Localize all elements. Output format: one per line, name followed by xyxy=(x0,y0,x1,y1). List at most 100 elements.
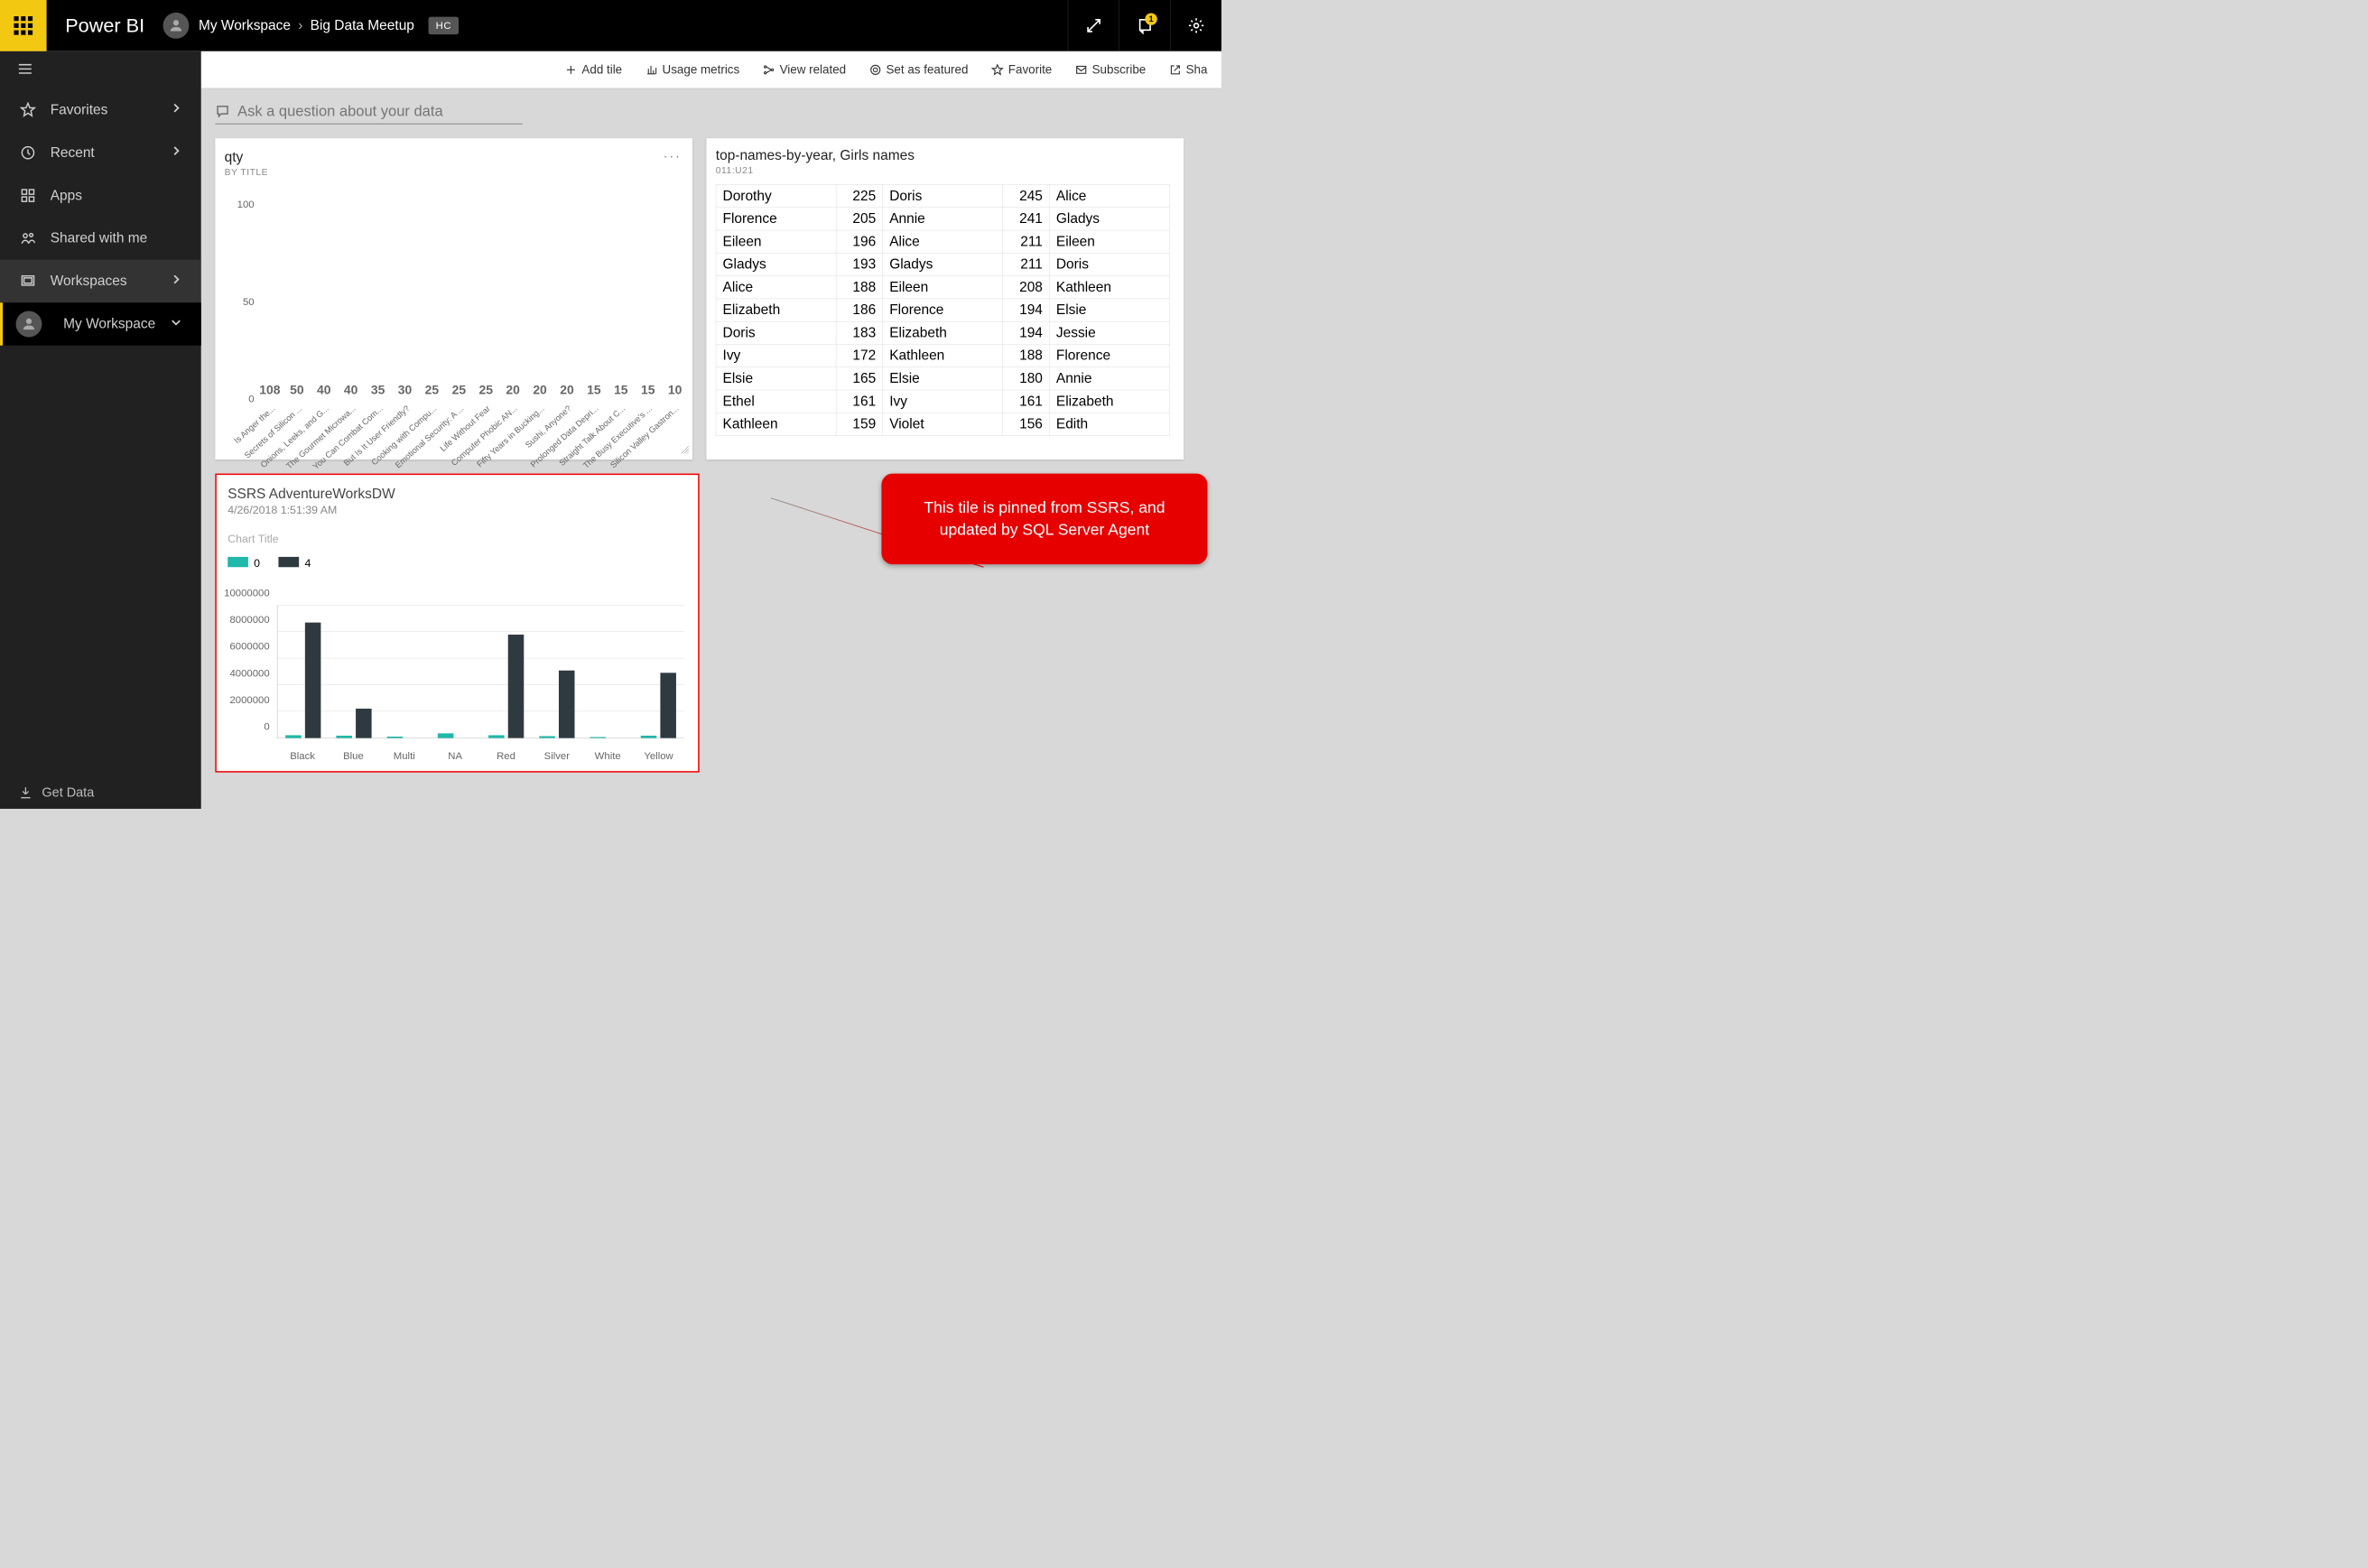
add-tile-button[interactable]: Add tile xyxy=(565,62,622,77)
workspaces-icon xyxy=(19,274,38,290)
tile-title: SSRS AdventureWorksDW xyxy=(228,486,687,502)
app-launcher-button[interactable] xyxy=(0,0,47,51)
get-data-label: Get Data xyxy=(42,785,94,801)
top-actions: 1 xyxy=(1068,0,1221,51)
qty-bar[interactable]: 10 xyxy=(662,383,687,399)
tile-subtitle: BY TITLE xyxy=(225,167,683,178)
ssrs-bar-group[interactable] xyxy=(329,606,379,738)
sidebar-item-apps[interactable]: Apps xyxy=(0,174,201,217)
qty-x-axis: Is Anger the...Secrets of Silicon ...Oni… xyxy=(257,399,688,459)
user-avatar-icon[interactable] xyxy=(163,13,190,39)
resize-handle[interactable] xyxy=(680,444,689,456)
ssrs-bar-group[interactable] xyxy=(379,606,430,738)
ssrs-x-axis: BlackBlueMultiNARedSilverWhiteYellow xyxy=(277,749,684,761)
ssrs-chart xyxy=(277,606,684,739)
qna-input[interactable] xyxy=(237,102,523,119)
table-row: Gladys193Gladys211Doris xyxy=(716,253,1169,275)
qty-bar[interactable]: 25 xyxy=(473,383,498,399)
star-icon xyxy=(19,102,38,118)
view-related-button[interactable]: View related xyxy=(763,62,846,77)
ssrs-bar-group[interactable] xyxy=(582,606,633,738)
featured-label: Set as featured xyxy=(886,62,968,77)
share-button[interactable]: Sha xyxy=(1169,62,1207,77)
table-row: Kathleen159Violet156Edith xyxy=(716,413,1169,435)
hamburger-button[interactable] xyxy=(17,60,34,79)
ssrs-bar-group[interactable] xyxy=(481,606,532,738)
add-tile-label: Add tile xyxy=(581,62,622,77)
breadcrumb: My Workspace › Big Data Meetup xyxy=(199,18,414,34)
qty-bar[interactable]: 15 xyxy=(636,383,661,399)
breadcrumb-dashboard[interactable]: Big Data Meetup xyxy=(311,18,414,34)
qty-bar[interactable]: 40 xyxy=(338,383,363,399)
sidebar-item-shared[interactable]: Shared with me xyxy=(0,217,201,259)
related-label: View related xyxy=(780,62,847,77)
qty-bar[interactable]: 50 xyxy=(284,383,310,399)
sidebar-item-label: Recent xyxy=(51,144,95,161)
chevron-right-icon xyxy=(170,101,182,118)
qty-bar[interactable]: 20 xyxy=(554,383,580,399)
sidebar-item-favorites[interactable]: Favorites xyxy=(0,88,201,131)
get-data-button[interactable]: Get Data xyxy=(0,776,201,809)
chevron-right-icon: › xyxy=(298,18,302,34)
annotation-callout: This tile is pinned from SSRS, and updat… xyxy=(881,474,1207,565)
ssrs-y-axis: 0200000040000006000000800000010000000 xyxy=(228,606,274,739)
chevron-down-icon xyxy=(170,316,182,333)
notification-badge: 1 xyxy=(1145,13,1156,24)
qty-bar[interactable]: 15 xyxy=(608,383,634,399)
qty-bar[interactable]: 35 xyxy=(365,383,390,399)
chevron-right-icon xyxy=(170,144,182,162)
qty-bar[interactable]: 20 xyxy=(500,383,525,399)
usage-metrics-button[interactable]: Usage metrics xyxy=(645,62,739,77)
qty-bar[interactable]: 30 xyxy=(392,383,417,399)
ssrs-bar-group[interactable] xyxy=(430,606,480,738)
ssrs-bar-group[interactable] xyxy=(633,606,683,738)
download-icon xyxy=(19,785,33,799)
table-row: Elsie165Elsie180Annie xyxy=(716,367,1169,390)
tile-top-names[interactable]: top-names-by-year, Girls names 011:U21 D… xyxy=(706,138,1184,459)
legend: 0 4 xyxy=(228,557,687,571)
sidebar-item-my-workspace[interactable]: My Workspace xyxy=(0,302,201,345)
sidebar-item-label: My Workspace xyxy=(63,316,155,332)
table-row: Elizabeth186Florence194Elsie xyxy=(716,299,1169,321)
qty-bar[interactable]: 108 xyxy=(257,383,283,399)
notifications-button[interactable]: 1 xyxy=(1119,0,1170,51)
callout-text-2: updated by SQL Server Agent xyxy=(900,519,1189,542)
tile-ssrs[interactable]: SSRS AdventureWorksDW 4/26/2018 1:51:39 … xyxy=(215,474,699,773)
tile-subtitle: 011:U21 xyxy=(716,165,1179,176)
set-featured-button[interactable]: Set as featured xyxy=(869,62,969,77)
ssrs-bar-group[interactable] xyxy=(532,606,582,738)
tile-qty[interactable]: qty BY TITLE ··· 050100 1085040403530252… xyxy=(215,138,692,459)
apps-icon xyxy=(19,188,38,204)
legend-label-1: 4 xyxy=(305,557,311,570)
breadcrumb-workspace[interactable]: My Workspace xyxy=(199,18,291,34)
content-area: Add tile Usage metrics View related Set … xyxy=(201,51,1221,809)
ssrs-bar-group[interactable] xyxy=(277,606,328,738)
qty-bar[interactable]: 40 xyxy=(311,383,337,399)
sidebar-item-workspaces[interactable]: Workspaces xyxy=(0,260,201,302)
sidebar-item-recent[interactable]: Recent xyxy=(0,131,201,173)
qty-bar[interactable]: 25 xyxy=(419,383,444,399)
tile-menu-button[interactable]: ··· xyxy=(664,149,682,165)
table-row: Ethel161Ivy161Elizabeth xyxy=(716,390,1169,413)
qty-bar[interactable]: 15 xyxy=(581,383,607,399)
table-row: Eileen196Alice211Eileen xyxy=(716,230,1169,253)
legend-label-0: 0 xyxy=(254,557,260,570)
qna-input-box[interactable] xyxy=(215,102,522,124)
sidebar: Favorites Recent Apps Shared with me Wor… xyxy=(0,51,201,809)
sidebar-item-label: Shared with me xyxy=(51,230,148,246)
favorite-button[interactable]: Favorite xyxy=(991,62,1052,77)
settings-button[interactable] xyxy=(1170,0,1221,51)
names-table: Dorothy225Doris245AliceFlorence205Annie2… xyxy=(716,184,1179,436)
table-row: Ivy172Kathleen188Florence xyxy=(716,344,1169,366)
qty-bar[interactable]: 20 xyxy=(527,383,553,399)
share-label: Sha xyxy=(1186,62,1208,77)
subscribe-button[interactable]: Subscribe xyxy=(1075,62,1146,77)
qty-chart: 108504040353025252520202015151510 xyxy=(257,185,688,399)
fullscreen-button[interactable] xyxy=(1068,0,1119,51)
legend-swatch-0 xyxy=(228,557,248,567)
app-title: Power BI xyxy=(65,14,144,37)
dashboard-toolbar: Add tile Usage metrics View related Set … xyxy=(201,51,1221,88)
qty-bar[interactable]: 25 xyxy=(446,383,471,399)
chart-title: Chart Title xyxy=(228,533,687,545)
tile-timestamp: 4/26/2018 1:51:39 AM xyxy=(228,504,687,516)
